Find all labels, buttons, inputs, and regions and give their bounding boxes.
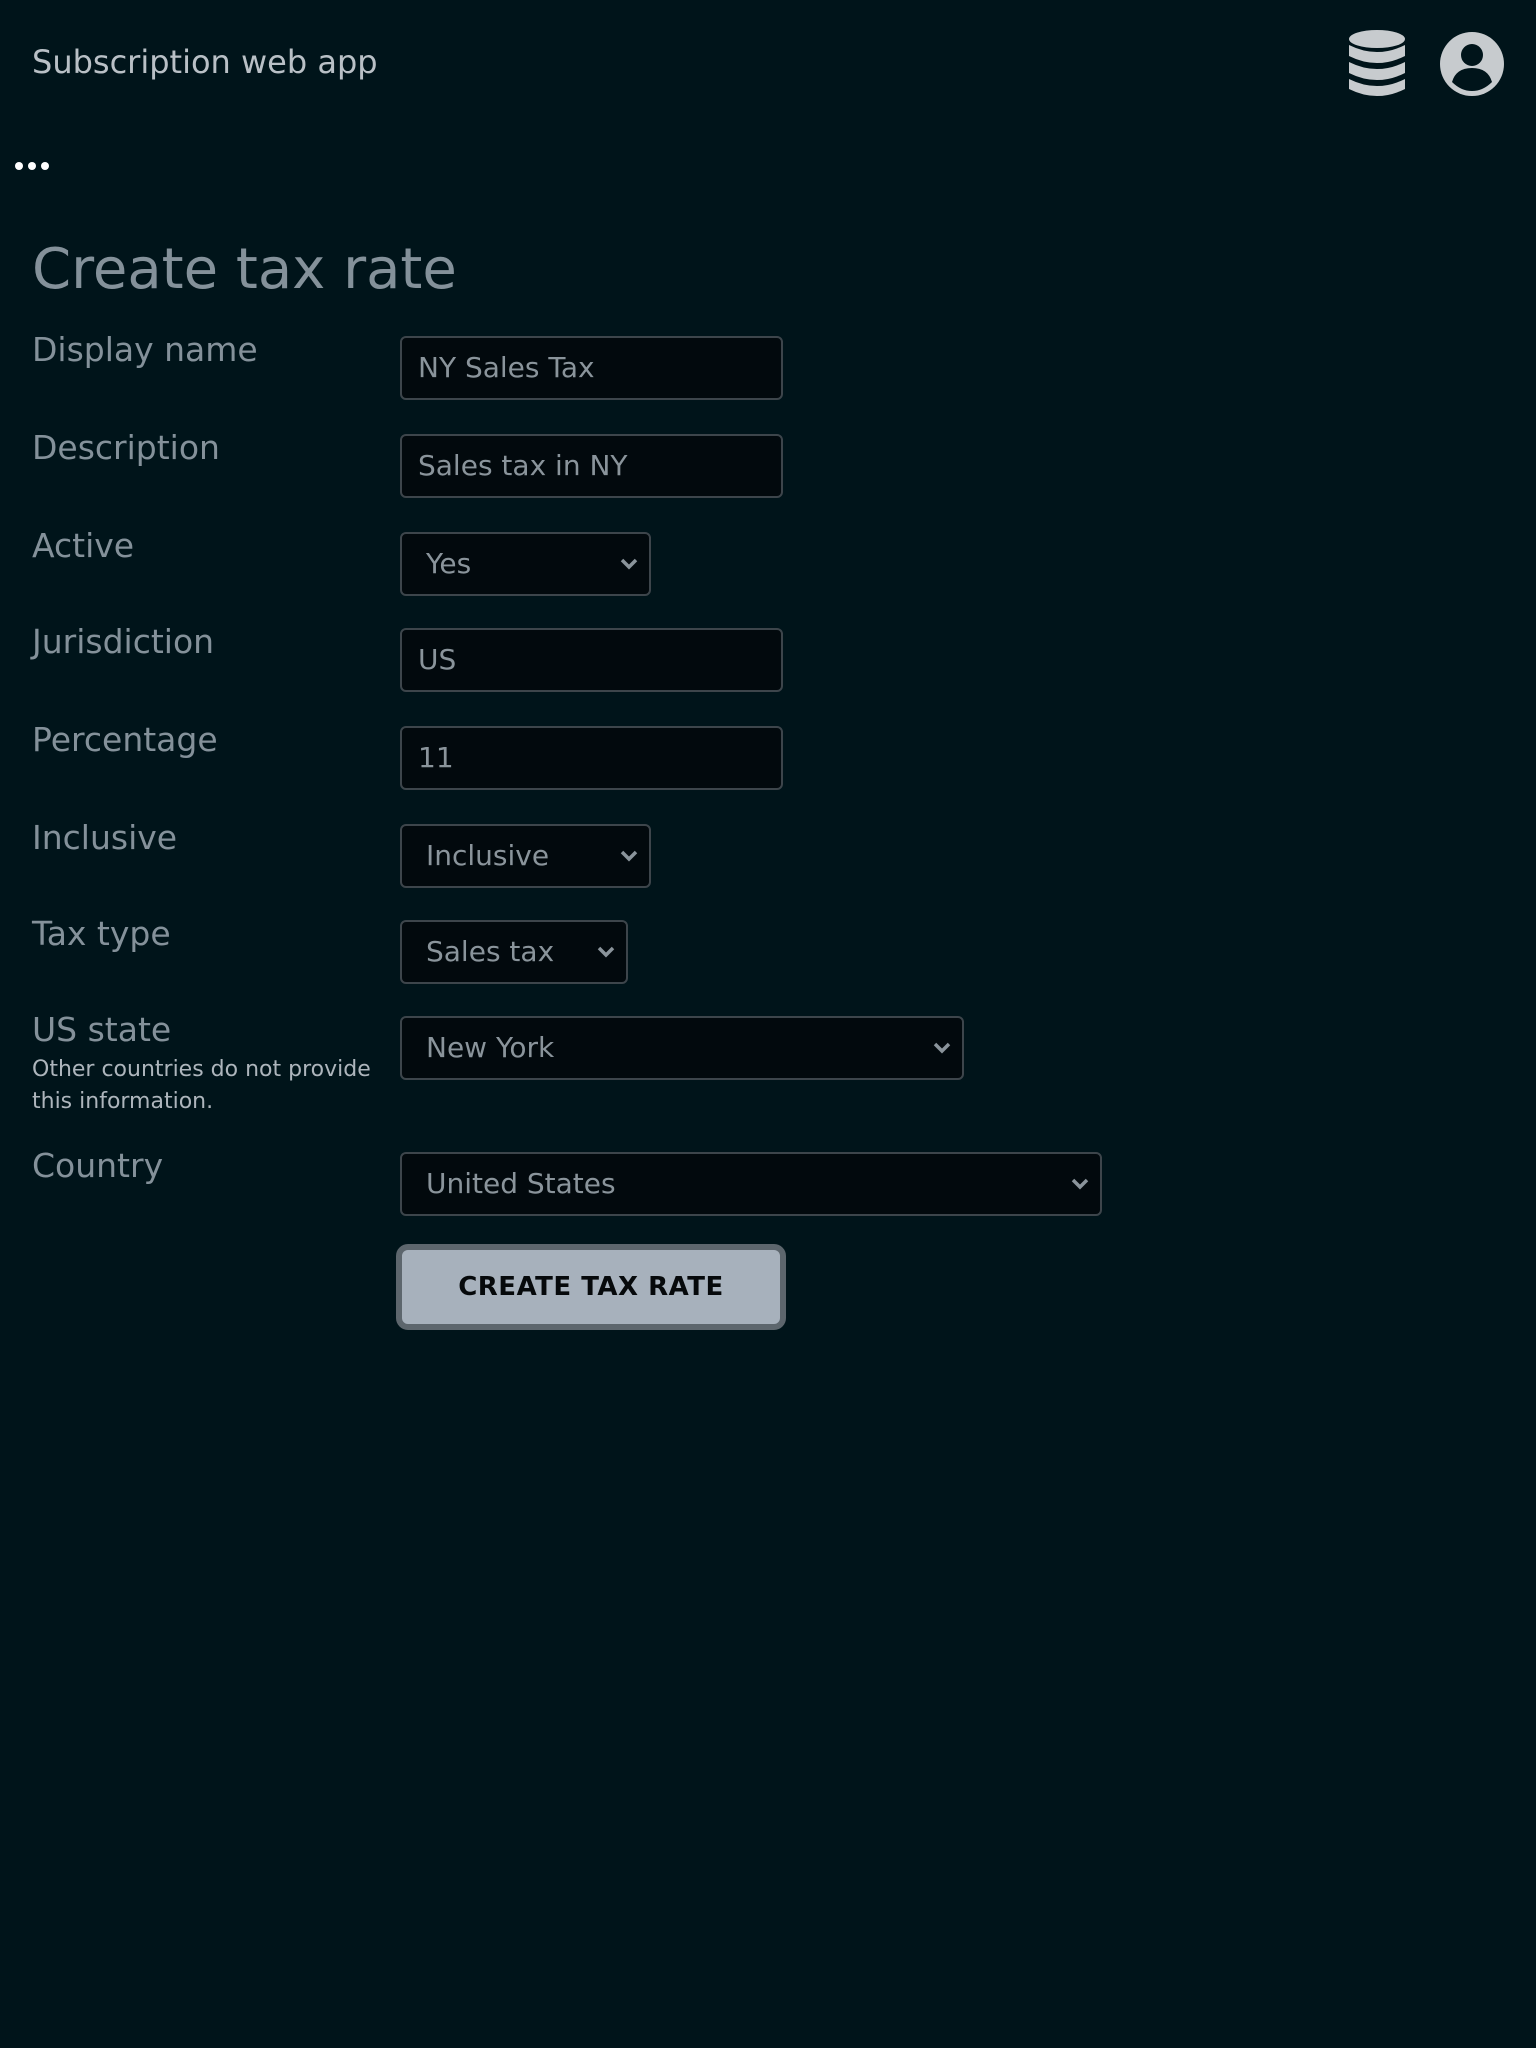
page-title: Create tax rate bbox=[32, 237, 457, 302]
percentage-label: Percentage bbox=[32, 720, 218, 759]
us-state-help-text: Other countries do not provide this info… bbox=[32, 1057, 371, 1114]
chevron-down-icon bbox=[620, 558, 638, 570]
create-tax-rate-button[interactable]: CREATE TAX RATE bbox=[396, 1244, 786, 1330]
tax-type-label: Tax type bbox=[32, 914, 171, 953]
app-title: Subscription web app bbox=[32, 43, 378, 81]
chevron-down-icon bbox=[1071, 1178, 1089, 1190]
active-label: Active bbox=[32, 526, 135, 565]
country-select-value: United States bbox=[426, 1167, 616, 1200]
tax-type-select-value: Sales tax bbox=[426, 935, 555, 968]
chevron-down-icon bbox=[933, 1042, 951, 1054]
description-input[interactable]: Sales tax in NY bbox=[400, 434, 783, 498]
account-button[interactable] bbox=[1438, 30, 1506, 98]
display-name-label: Display name bbox=[32, 330, 258, 369]
description-label: Description bbox=[32, 428, 220, 467]
app-header: Subscription web app bbox=[0, 0, 1536, 128]
display-name-input[interactable]: NY Sales Tax bbox=[400, 336, 783, 400]
jurisdiction-label: Jurisdiction bbox=[32, 622, 215, 661]
us-state-label: US state bbox=[32, 1010, 172, 1049]
chevron-down-icon bbox=[597, 946, 615, 958]
database-icon bbox=[1349, 30, 1405, 96]
more-horizontal-icon bbox=[15, 162, 49, 170]
active-select-value: Yes bbox=[426, 547, 472, 580]
chevron-down-icon bbox=[620, 850, 638, 862]
country-label: Country bbox=[32, 1146, 164, 1185]
tax-type-select[interactable]: Sales tax bbox=[400, 920, 628, 984]
us-state-select[interactable]: New York bbox=[400, 1016, 964, 1080]
inclusive-label: Inclusive bbox=[32, 818, 178, 857]
database-button[interactable] bbox=[1342, 28, 1412, 102]
account-circle-icon bbox=[1440, 32, 1504, 96]
country-select[interactable]: United States bbox=[400, 1152, 1102, 1216]
us-state-select-value: New York bbox=[426, 1031, 555, 1064]
percentage-input[interactable]: 11 bbox=[400, 726, 783, 790]
more-menu-button[interactable] bbox=[14, 156, 54, 176]
active-select[interactable]: Yes bbox=[400, 532, 651, 596]
jurisdiction-input[interactable]: US bbox=[400, 628, 783, 692]
inclusive-select[interactable]: Inclusive bbox=[400, 824, 651, 888]
inclusive-select-value: Inclusive bbox=[426, 839, 550, 872]
